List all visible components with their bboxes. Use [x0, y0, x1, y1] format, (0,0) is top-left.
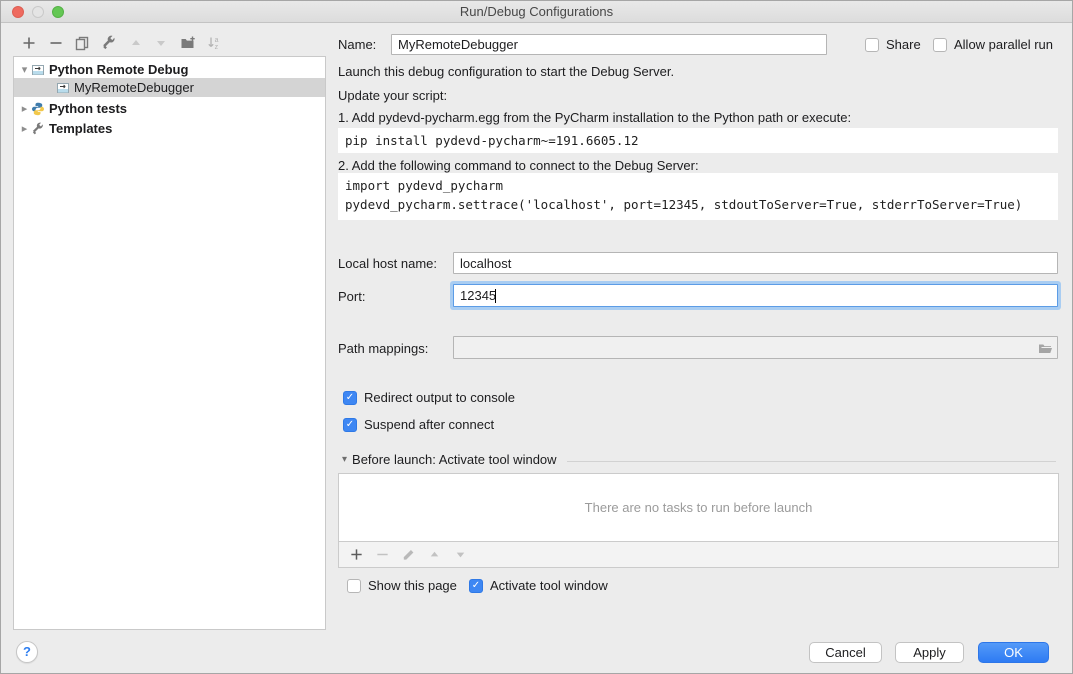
ok-button[interactable]: OK	[978, 642, 1049, 663]
remove-task-icon	[375, 547, 390, 562]
svg-text:a: a	[215, 37, 219, 44]
path-mappings-input[interactable]	[453, 336, 1058, 359]
show-this-page-label: Show this page	[368, 578, 457, 593]
remote-debug-icon	[31, 63, 45, 77]
move-task-up-icon	[427, 547, 442, 562]
suspend-after-connect-label: Suspend after connect	[364, 417, 494, 432]
checkmark-icon: ✓	[472, 581, 480, 591]
edit-task-icon	[401, 547, 416, 562]
activate-tool-window-checkbox[interactable]: ✓	[469, 579, 483, 593]
settrace-code-block: import pydevd_pycharm pydevd_pycharm.set…	[338, 173, 1058, 220]
port-label: Port:	[338, 289, 365, 304]
redirect-output-checkbox[interactable]: ✓	[343, 391, 357, 405]
local-host-name-input[interactable]	[453, 252, 1058, 274]
chevron-down-icon[interactable]: ▾	[342, 454, 347, 465]
allow-parallel-run-checkbox[interactable]	[933, 38, 947, 52]
instruction-line-1: Launch this debug configuration to start…	[338, 64, 674, 79]
show-this-page-checkbox-row[interactable]: Show this page	[347, 578, 457, 593]
tree-item-label: Templates	[49, 121, 112, 136]
chevron-down-icon[interactable]: ▾	[18, 63, 31, 76]
remote-debug-icon	[56, 81, 70, 95]
tree-item-label: MyRemoteDebugger	[74, 80, 194, 95]
before-launch-toolbar	[338, 542, 1059, 568]
text-caret	[495, 289, 496, 303]
tree-item-python-tests[interactable]: ▸ Python tests	[14, 99, 325, 118]
share-checkbox[interactable]	[865, 38, 879, 52]
path-mappings-label: Path mappings:	[338, 341, 428, 356]
move-task-down-icon	[453, 547, 468, 562]
share-label: Share	[886, 37, 921, 52]
empty-task-list-text: There are no tasks to run before launch	[585, 500, 813, 515]
remove-icon[interactable]	[48, 35, 64, 51]
new-folder-icon[interactable]	[180, 35, 196, 51]
add-task-icon[interactable]	[349, 547, 364, 562]
suspend-after-connect-checkbox-row[interactable]: ✓ Suspend after connect	[343, 417, 494, 432]
run-debug-configurations-dialog: Run/Debug Configurations az ▾ Python Rem…	[0, 0, 1073, 674]
wrench-icon	[31, 122, 45, 136]
allow-parallel-run-checkbox-row[interactable]: Allow parallel run	[933, 37, 1053, 52]
chevron-right-icon[interactable]: ▸	[18, 102, 31, 115]
copy-icon[interactable]	[74, 35, 90, 51]
redirect-output-checkbox-row[interactable]: ✓ Redirect output to console	[343, 390, 515, 405]
tree-item-templates[interactable]: ▸ Templates	[14, 119, 325, 138]
apply-button[interactable]: Apply	[895, 642, 964, 663]
before-launch-title: Before launch: Activate tool window	[352, 452, 557, 467]
tree-item-label: Python Remote Debug	[49, 62, 188, 77]
cancel-button[interactable]: Cancel	[809, 642, 882, 663]
allow-parallel-run-label: Allow parallel run	[954, 37, 1053, 52]
code-line-import: import pydevd_pycharm	[345, 178, 503, 193]
add-icon[interactable]	[21, 35, 37, 51]
tree-item-python-remote-debug[interactable]: ▾ Python Remote Debug	[14, 60, 325, 79]
tree-item-myremotedebugger[interactable]: MyRemoteDebugger	[14, 78, 325, 97]
before-launch-task-list[interactable]: There are no tasks to run before launch	[338, 473, 1059, 542]
tree-item-label: Python tests	[49, 101, 127, 116]
help-button[interactable]: ?	[16, 641, 38, 663]
instruction-line-2: Update your script:	[338, 88, 447, 103]
configurations-tree: ▾ Python Remote Debug MyRemoteDebugger ▸…	[13, 56, 326, 630]
chevron-right-icon[interactable]: ▸	[18, 122, 31, 135]
name-label: Name:	[338, 37, 376, 52]
titlebar: Run/Debug Configurations	[1, 1, 1072, 23]
browse-folder-icon[interactable]	[1037, 340, 1053, 356]
port-input[interactable]	[453, 284, 1058, 307]
activate-tool-window-label: Activate tool window	[490, 578, 608, 593]
instruction-step-2: 2. Add the following command to connect …	[338, 158, 699, 173]
checkmark-icon: ✓	[346, 420, 354, 430]
pip-install-code-block: pip install pydevd-pycharm~=191.6605.12	[338, 128, 1058, 153]
before-launch-header[interactable]: ▾ Before launch: Activate tool window	[342, 452, 557, 467]
suspend-after-connect-checkbox[interactable]: ✓	[343, 418, 357, 432]
instruction-step-1: 1. Add pydevd-pycharm.egg from the PyCha…	[338, 110, 851, 125]
move-up-icon	[128, 35, 144, 51]
local-host-name-label: Local host name:	[338, 256, 437, 271]
show-this-page-checkbox[interactable]	[347, 579, 361, 593]
before-launch-separator	[567, 461, 1056, 462]
checkmark-icon: ✓	[346, 393, 354, 403]
move-down-icon	[153, 35, 169, 51]
redirect-output-label: Redirect output to console	[364, 390, 515, 405]
share-checkbox-row[interactable]: Share	[865, 37, 921, 52]
activate-tool-window-checkbox-row[interactable]: ✓ Activate tool window	[469, 578, 608, 593]
sort-alphabetically-icon: az	[206, 35, 222, 51]
code-line-settrace: pydevd_pycharm.settrace('localhost', por…	[345, 197, 1022, 212]
name-input[interactable]	[391, 34, 827, 55]
svg-text:z: z	[215, 44, 219, 51]
python-icon	[31, 102, 45, 116]
edit-defaults-wrench-icon[interactable]	[101, 35, 117, 51]
window-title: Run/Debug Configurations	[1, 4, 1072, 19]
